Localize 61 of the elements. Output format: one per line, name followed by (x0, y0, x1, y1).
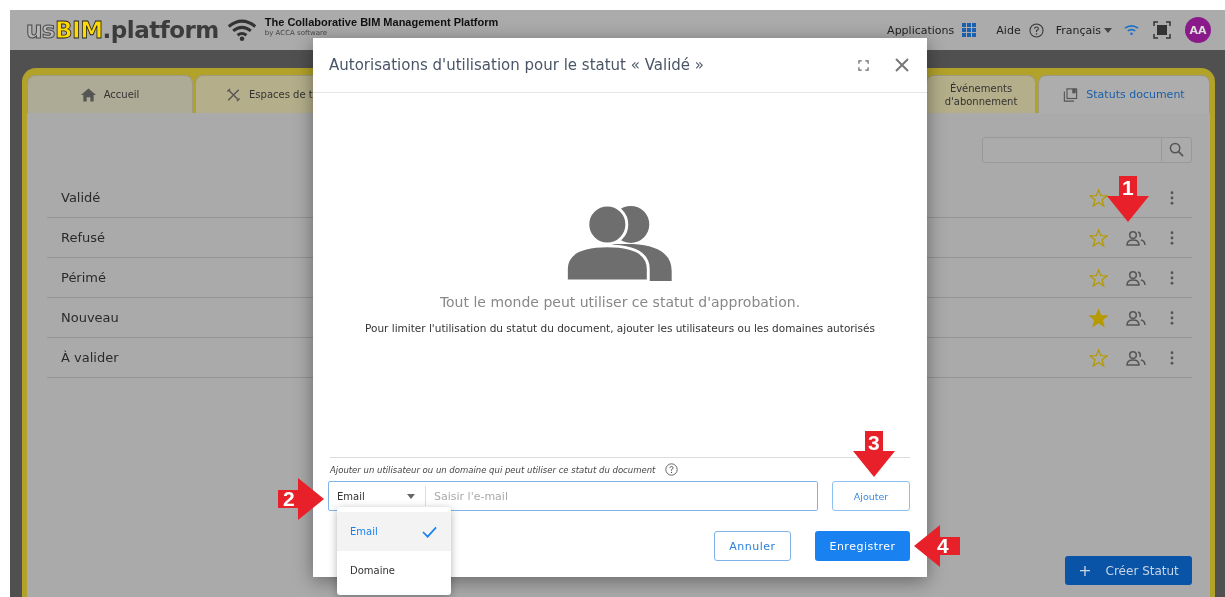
arrow-icon (914, 523, 960, 569)
users-icon[interactable] (1126, 309, 1146, 326)
arrow-icon (278, 476, 324, 522)
tab[interactable]: Statuts document (1038, 75, 1210, 113)
step-number: 3 (868, 432, 880, 454)
home-icon (80, 87, 96, 102)
users-icon[interactable] (1126, 349, 1146, 366)
more-options-icon[interactable] (1170, 230, 1174, 245)
hint-text: Pour limiter l'utilisation du statut du document, ajouter les utilisateurs ou les domaines autorisés (365, 322, 875, 334)
expand-icon[interactable] (858, 59, 869, 71)
documents-icon (1063, 87, 1079, 102)
tab[interactable]: Événements d'abonnement (926, 75, 1036, 113)
users-icon[interactable] (1126, 229, 1146, 246)
empty-message: Tout le monde peut utiliser ce statut d'approbation. (439, 294, 801, 310)
status-name: Refusé (61, 230, 106, 245)
more-options-icon[interactable] (1170, 190, 1174, 205)
language-select[interactable]: Français (1055, 23, 1112, 37)
step-number: 4 (937, 535, 949, 557)
fullscreen-icon[interactable] (1153, 21, 1171, 39)
status-name: Nouveau (61, 310, 119, 325)
star-icon[interactable] (1089, 268, 1108, 287)
user-avatar[interactable]: AA (1185, 17, 1211, 43)
wifi-icon (226, 18, 257, 42)
email-field[interactable]: Email Saisir l'e-mail (328, 481, 818, 511)
cancel-button[interactable]: Annuler (714, 531, 791, 561)
filled-star-icon[interactable] (1089, 308, 1108, 327)
dialog-title: Autorisations d'utilisation pour le statut « Validé » (329, 56, 705, 74)
tab[interactable]: Accueil (27, 75, 193, 113)
status-name: À valider (61, 350, 119, 365)
tagline: The Collaborative BIM Management Platform (264, 16, 499, 28)
more-options-icon[interactable] (1170, 350, 1174, 365)
menu-item[interactable]: Email (337, 512, 451, 551)
applications-link[interactable]: Applications (887, 23, 955, 37)
save-button[interactable]: Enregistrer (815, 531, 910, 561)
wifi-icon[interactable] (1124, 24, 1139, 36)
field-label: Ajouter un utilisateur ou un domaine qui peut utiliser ce statut du document (330, 464, 656, 475)
check-icon (422, 525, 437, 538)
tools-icon (226, 87, 241, 102)
close-icon[interactable] (895, 58, 909, 72)
status-name: Périmé (61, 270, 106, 285)
status-name: Validé (61, 190, 101, 205)
arrow-icon (851, 431, 897, 477)
more-options-icon[interactable] (1170, 310, 1174, 325)
help-link[interactable]: Aide (996, 23, 1021, 37)
arrow-icon (1105, 176, 1151, 222)
star-icon[interactable] (1089, 188, 1108, 207)
more-options-icon[interactable] (1170, 270, 1174, 285)
step-number: 2 (283, 488, 295, 510)
menu-item[interactable]: Domaine (337, 551, 451, 590)
logo: usBIM.platform (26, 17, 219, 43)
create-status-button[interactable]: + Créer Statut (1065, 556, 1192, 585)
help-icon[interactable] (665, 463, 679, 476)
add-button[interactable]: Ajouter (832, 481, 910, 511)
users-icon[interactable] (1126, 269, 1146, 286)
help-icon[interactable] (1028, 22, 1044, 38)
star-icon[interactable] (1089, 228, 1108, 247)
star-icon[interactable] (1089, 348, 1108, 367)
search-field[interactable] (982, 137, 1192, 163)
step-number: 1 (1122, 177, 1134, 199)
apps-grid-icon[interactable] (962, 23, 977, 37)
users-icon (566, 203, 674, 281)
